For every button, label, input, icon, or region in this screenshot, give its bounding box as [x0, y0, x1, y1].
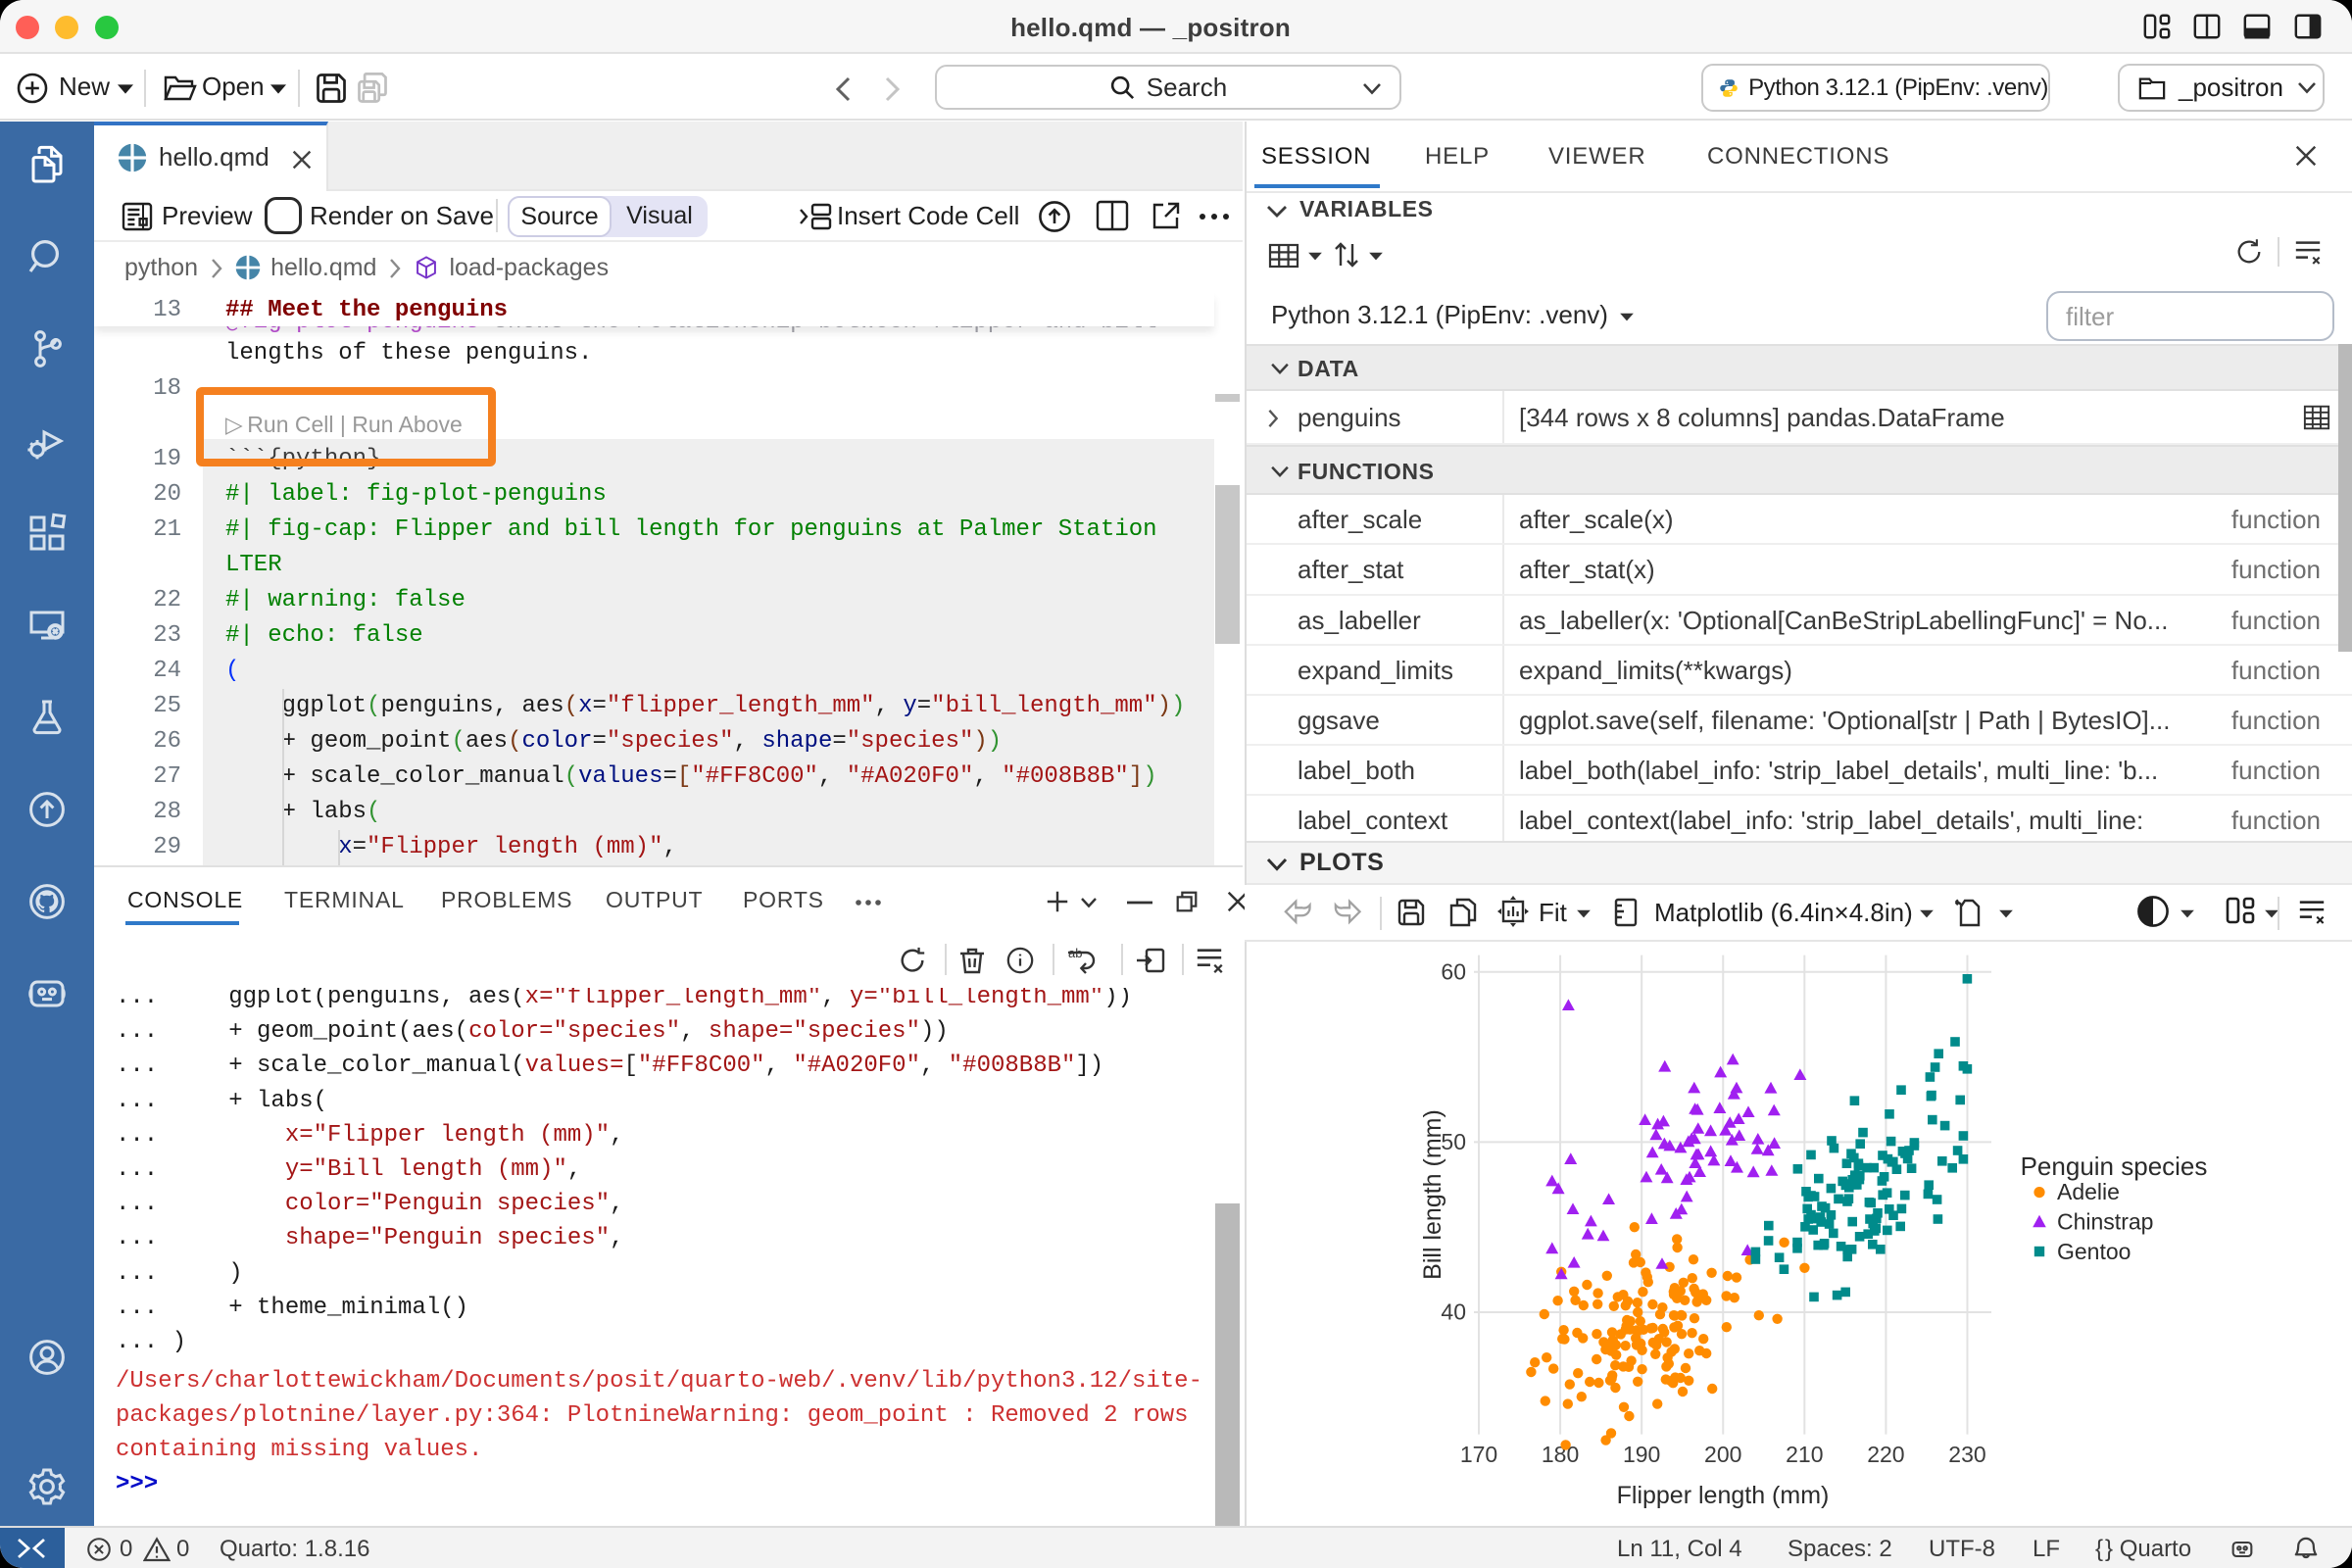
- svg-text:210: 210: [1786, 1442, 1823, 1467]
- svg-text:Bill length (mm): Bill length (mm): [1419, 1109, 1446, 1280]
- svg-text:Gentoo: Gentoo: [2057, 1239, 2131, 1264]
- svg-text:ab: ab: [1068, 946, 1082, 960]
- svg-text:190: 190: [1623, 1442, 1660, 1467]
- svg-text:Chinstrap: Chinstrap: [2057, 1208, 2153, 1234]
- svg-text:180: 180: [1542, 1442, 1579, 1467]
- svg-text:220: 220: [1867, 1442, 1904, 1467]
- svg-text:170: 170: [1460, 1442, 1497, 1467]
- svg-text:230: 230: [1948, 1442, 1985, 1467]
- svg-text:Penguin species: Penguin species: [2021, 1152, 2208, 1181]
- svg-text:Adelie: Adelie: [2057, 1179, 2120, 1204]
- svg-text:40: 40: [1441, 1299, 1466, 1325]
- svg-text:200: 200: [1704, 1442, 1741, 1467]
- svg-text:Flipper length (mm): Flipper length (mm): [1617, 1482, 1830, 1509]
- svg-text:60: 60: [1441, 958, 1466, 984]
